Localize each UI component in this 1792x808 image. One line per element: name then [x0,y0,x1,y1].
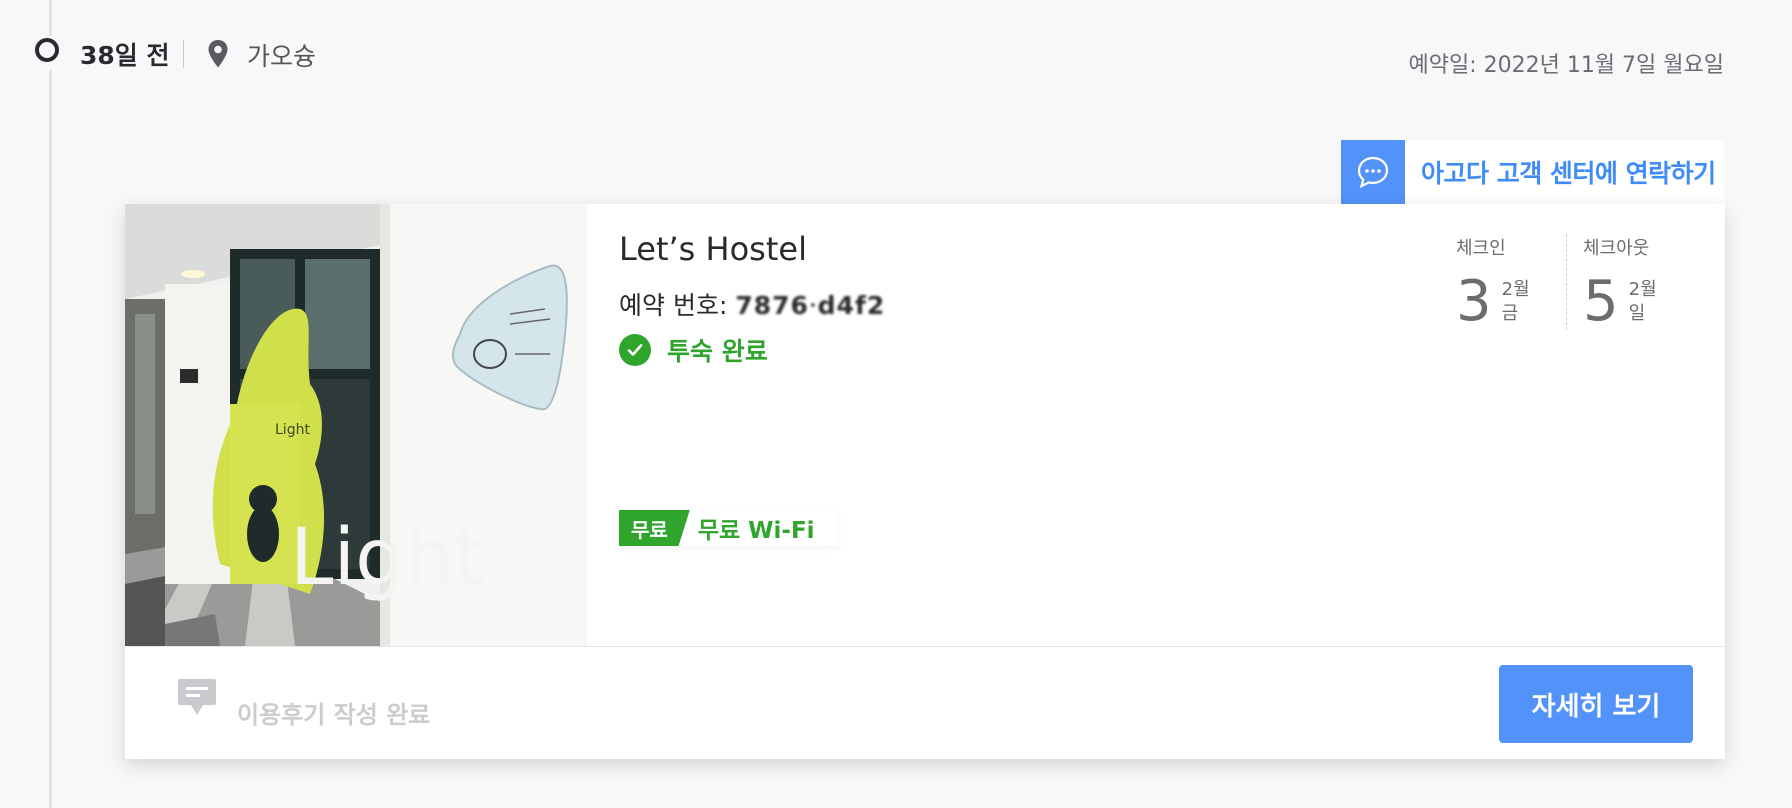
booking-card: Light Light Let’s Hostel 예약 번호: 7876ᐧd4f… [125,204,1725,759]
view-details-button[interactable]: 자세히 보기 [1499,665,1693,743]
contact-support-label: 아고다 고객 센터에 연락하기 [1421,159,1716,188]
booking-number-row: 예약 번호: 7876ᐧd4f2 [619,286,885,322]
checkin-date: 체크인 3 2월 금 [1440,234,1566,330]
booking-date: 예약일: 2022년 11월 7일 월요일 [1408,53,1724,78]
contact-icon-box [1341,140,1405,204]
stay-status: 투숙 완료 [619,332,768,368]
timeline-line [49,70,52,808]
checkin-day: 3 [1456,269,1492,334]
pin-icon [208,40,228,68]
timeline-dot [35,38,59,62]
checkout-weekday: 일 [1628,303,1646,324]
checkin-label: 체크인 [1456,238,1506,259]
header-divider [183,40,184,68]
checkin-weekday: 금 [1501,303,1519,324]
review-icon [178,679,216,715]
hotel-name[interactable]: Let’s Hostel [619,230,807,268]
free-wifi-tag: 무료 [619,510,690,546]
free-wifi-label: 무료 Wi-Fi [697,518,815,544]
hotel-photo[interactable]: Light Light [125,204,587,646]
hotel-photo-sign-small: Light [275,422,310,438]
timeline-line-top [49,0,52,36]
booking-card-body: Light Light Let’s Hostel 예약 번호: 7876ᐧd4f… [125,204,1725,647]
chat-bubble-icon [1357,156,1389,189]
review-status: 이용후기 작성 완료 [237,701,431,729]
booking-number-value: 7876ᐧd4f2 [735,291,886,320]
booking-number-label: 예약 번호: [619,291,736,320]
location-label: 가오슝 [247,42,317,71]
checkin-month: 2월 [1501,279,1530,300]
checkout-day: 5 [1583,269,1619,334]
check-circle-icon [619,334,651,366]
contact-support-button[interactable]: 아고다 고객 센터에 연락하기 [1341,140,1724,204]
hotel-photo-sign: Light [290,513,485,603]
checkout-label: 체크아웃 [1583,238,1650,259]
stay-status-label: 투숙 완료 [667,337,768,366]
days-ago-label: 38일 전 [80,41,170,70]
hotel-photo-illustration: Light Light [125,204,587,646]
checkout-month: 2월 [1628,279,1657,300]
booking-card-footer: 이용후기 작성 완료 자세히 보기 [125,647,1725,759]
stay-dates: 체크인 3 2월 금 체크아웃 5 2월 일 [1440,234,1693,330]
free-wifi-badge: 무료 무료 Wi-Fi [619,510,837,546]
checkout-date: 체크아웃 5 2월 일 [1566,234,1693,330]
